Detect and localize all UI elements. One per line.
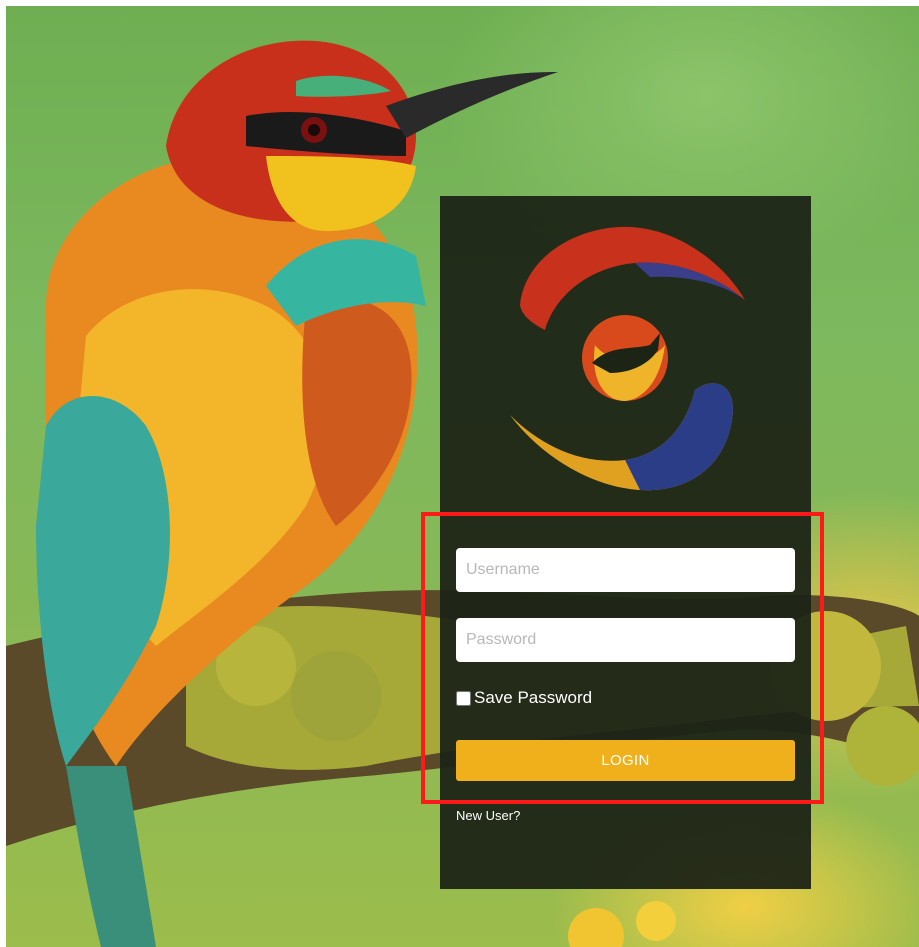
login-button[interactable]: LOGIN [456, 740, 795, 781]
save-password-checkbox[interactable] [456, 690, 471, 706]
save-password-option[interactable]: Save Password [456, 687, 592, 709]
save-password-label: Save Password [474, 688, 593, 707]
password-input[interactable] [456, 618, 795, 662]
app-logo [510, 226, 745, 491]
new-user-link[interactable]: New User? [456, 808, 520, 823]
username-input[interactable] [456, 548, 795, 592]
